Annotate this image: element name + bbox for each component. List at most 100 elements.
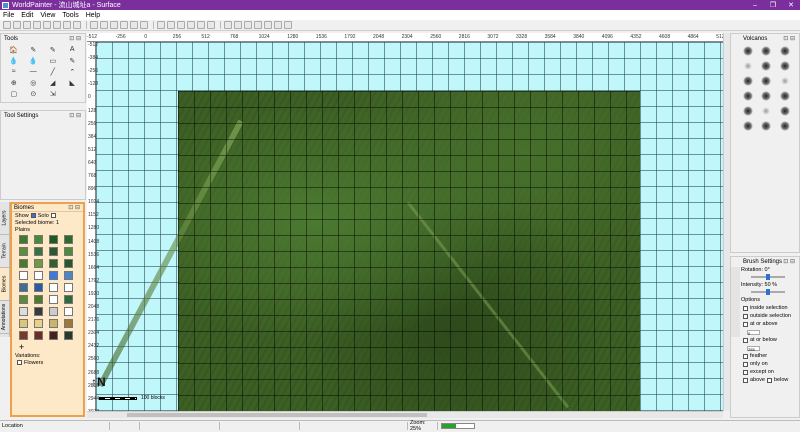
- at-or-above-checkbox[interactable]: [743, 321, 748, 327]
- brush-preview[interactable]: [743, 121, 753, 131]
- tool-button[interactable]: ◎: [26, 78, 42, 87]
- tool-button[interactable]: ⊕: [6, 78, 22, 87]
- add-biome-button[interactable]: +: [12, 342, 83, 352]
- tab-annotations[interactable]: Annotations: [0, 301, 9, 334]
- maximize-button[interactable]: ❐: [764, 1, 782, 9]
- tool-button[interactable]: ⇲: [45, 89, 61, 98]
- tool-button[interactable]: ✎: [26, 45, 42, 54]
- brush-preview[interactable]: [761, 76, 772, 86]
- biome-swatch[interactable]: [34, 271, 43, 280]
- horizontal-scrollbar[interactable]: [87, 411, 723, 418]
- biome-swatch[interactable]: [34, 247, 43, 256]
- toolbar-button[interactable]: [86, 21, 87, 29]
- brush-preview[interactable]: [743, 91, 753, 101]
- toolbar-button[interactable]: [244, 21, 252, 29]
- tab-layers[interactable]: Layers: [0, 202, 9, 235]
- brush-preview[interactable]: [761, 46, 772, 56]
- biome-swatch[interactable]: [64, 319, 73, 328]
- tool-button[interactable]: ▢: [6, 89, 22, 98]
- tool-button[interactable]: ◣: [65, 78, 81, 87]
- biome-swatch[interactable]: [19, 307, 28, 316]
- biome-swatch[interactable]: [49, 235, 58, 244]
- tab-terrain[interactable]: Terrain: [0, 235, 9, 268]
- above-checkbox[interactable]: [743, 377, 748, 383]
- tool-button[interactable]: ✎: [65, 56, 81, 65]
- toolbar-button[interactable]: [153, 21, 154, 29]
- solo-checkbox[interactable]: [50, 213, 56, 218]
- toolbar-button[interactable]: [220, 21, 221, 29]
- brush-preview[interactable]: [779, 61, 790, 71]
- tool-button[interactable]: [65, 89, 81, 98]
- brush-preview[interactable]: [743, 106, 753, 116]
- toolbar-button[interactable]: [120, 21, 128, 29]
- inside-checkbox[interactable]: [743, 305, 748, 311]
- panel-controls[interactable]: ⊡ ⊟: [69, 112, 81, 119]
- level-spinner[interactable]: 255: [747, 345, 760, 352]
- rotation-thumb[interactable]: [766, 274, 770, 280]
- toolbar-button[interactable]: [73, 21, 81, 29]
- tool-button[interactable]: ◢: [45, 78, 61, 87]
- outside-checkbox[interactable]: [743, 313, 748, 319]
- brush-preview[interactable]: [779, 121, 790, 131]
- brush-preview[interactable]: [743, 61, 753, 71]
- rotation-slider[interactable]: [751, 274, 785, 280]
- biome-swatch[interactable]: [49, 271, 58, 280]
- biome-swatch[interactable]: [64, 295, 73, 304]
- biome-swatch[interactable]: [49, 319, 58, 328]
- biome-swatch[interactable]: [49, 295, 58, 304]
- toolbar-button[interactable]: [90, 21, 98, 29]
- panel-controls[interactable]: ⊡ ⊟: [69, 35, 81, 42]
- tool-button[interactable]: A: [65, 45, 81, 54]
- biome-swatch[interactable]: [34, 283, 43, 292]
- brush-preview[interactable]: [761, 61, 772, 71]
- brush-preview[interactable]: [779, 91, 790, 101]
- toolbar-button[interactable]: [23, 21, 31, 29]
- biome-swatch[interactable]: [64, 259, 73, 268]
- panel-controls[interactable]: ⊡ ⊟: [783, 35, 795, 42]
- vertical-scrollbar[interactable]: [723, 33, 730, 411]
- biome-swatch[interactable]: [19, 235, 28, 244]
- scroll-thumb[interactable]: [127, 413, 427, 417]
- toolbar-button[interactable]: [33, 21, 41, 29]
- biome-swatch[interactable]: [64, 307, 73, 316]
- toolbar-button[interactable]: [177, 21, 185, 29]
- biome-swatch[interactable]: [19, 319, 28, 328]
- toolbar-button[interactable]: [284, 21, 292, 29]
- tool-button[interactable]: ✎: [45, 45, 61, 54]
- brush-preview[interactable]: [761, 106, 772, 116]
- biome-swatch[interactable]: [49, 247, 58, 256]
- biome-swatch[interactable]: [34, 295, 43, 304]
- toolbar-button[interactable]: [130, 21, 138, 29]
- menu-help[interactable]: Help: [86, 12, 100, 19]
- toolbar-button[interactable]: [274, 21, 282, 29]
- brush-preview[interactable]: [779, 76, 790, 86]
- brush-preview[interactable]: [779, 106, 790, 116]
- biome-swatch[interactable]: [49, 307, 58, 316]
- toolbar-button[interactable]: [157, 21, 165, 29]
- tool-button[interactable]: ▭: [45, 56, 61, 65]
- biome-swatch[interactable]: [64, 283, 73, 292]
- flowers-checkbox[interactable]: [17, 360, 22, 365]
- toolbar-button[interactable]: [234, 21, 242, 29]
- toolbar-button[interactable]: [167, 21, 175, 29]
- tool-button[interactable]: ≈: [6, 67, 22, 76]
- toolbar-button[interactable]: [264, 21, 272, 29]
- level-spinner[interactable]: 0: [747, 329, 760, 336]
- biome-swatch[interactable]: [49, 259, 58, 268]
- biome-swatch[interactable]: [19, 247, 28, 256]
- at-or-below-checkbox[interactable]: [743, 337, 748, 343]
- except-on-checkbox[interactable]: [743, 369, 748, 375]
- brush-preview[interactable]: [743, 46, 753, 56]
- toolbar-button[interactable]: [110, 21, 118, 29]
- brush-preview[interactable]: [779, 46, 790, 56]
- biome-swatch[interactable]: [19, 259, 28, 268]
- toolbar-button[interactable]: [187, 21, 195, 29]
- toolbar-button[interactable]: [207, 21, 215, 29]
- toolbar-button[interactable]: [13, 21, 21, 29]
- intensity-thumb[interactable]: [766, 289, 770, 295]
- tool-button[interactable]: 💧: [6, 56, 22, 65]
- toolbar-button[interactable]: [63, 21, 71, 29]
- map-view[interactable]: -512 -256 0 256 512 768 1024 1280 1536 1792 2048 23…: [87, 33, 723, 411]
- biome-swatch[interactable]: [64, 235, 73, 244]
- brush-preview[interactable]: [743, 76, 753, 86]
